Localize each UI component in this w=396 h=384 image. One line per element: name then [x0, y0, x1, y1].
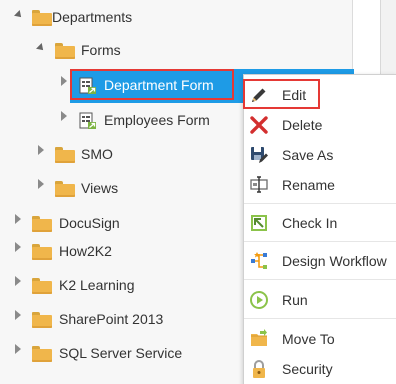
collapse-arrow-icon[interactable] [38, 145, 44, 155]
department-form-callout-box [70, 69, 234, 100]
tree-item-label: K2 Learning [59, 277, 135, 293]
menu-item-run[interactable]: Run [244, 286, 396, 314]
menu-item-delete[interactable]: Delete [244, 111, 396, 139]
folder-icon [32, 244, 52, 260]
folder-icon [32, 10, 52, 26]
delete-x-icon [249, 115, 269, 135]
menu-item-security[interactable]: Security [244, 355, 396, 383]
folder-icon [32, 312, 52, 328]
collapse-arrow-icon[interactable] [15, 344, 21, 354]
menu-item-check-in[interactable]: Check In [244, 209, 396, 237]
run-icon [249, 290, 269, 310]
menu-item-save-as[interactable]: Save As [244, 141, 396, 169]
tree-item-label: SMO [81, 146, 113, 162]
collapse-arrow-icon[interactable] [15, 242, 21, 252]
tree-item-label: Departments [52, 9, 133, 25]
edit-callout-box [243, 79, 320, 109]
form-icon [79, 112, 97, 130]
folder-icon [32, 216, 52, 232]
folder-icon [32, 278, 52, 294]
menu-separator [244, 279, 396, 280]
collapse-arrow-icon[interactable] [15, 310, 21, 320]
menu-item-label: Check In [282, 215, 338, 231]
menu-item-label: Security [282, 361, 333, 377]
menu-item-label: Run [282, 292, 308, 308]
workflow-icon [249, 251, 269, 271]
designer-window: Departments Forms Department Form Employ… [0, 0, 396, 384]
collapse-arrow-icon[interactable] [15, 214, 21, 224]
menu-item-label: Move To [282, 331, 335, 347]
expand-arrow-icon[interactable] [14, 10, 24, 20]
menu-item-label: Design Workflow [282, 253, 387, 269]
tree-item-label: Forms [81, 42, 121, 58]
menu-separator [244, 241, 396, 242]
lock-icon [249, 359, 269, 379]
rename-icon [249, 175, 269, 195]
check-in-icon [249, 213, 269, 233]
folder-icon [55, 43, 75, 59]
menu-item-move-to[interactable]: Move To [244, 325, 396, 353]
menu-item-rename[interactable]: Rename [244, 171, 396, 199]
collapse-arrow-icon[interactable] [61, 76, 67, 86]
menu-item-label: Delete [282, 117, 323, 133]
menu-item-label: Rename [282, 177, 335, 193]
tree-item-label: DocuSign [59, 215, 120, 231]
collapse-arrow-icon[interactable] [15, 276, 21, 286]
folder-icon [55, 147, 75, 163]
expand-arrow-icon[interactable] [36, 43, 46, 53]
menu-separator [244, 318, 396, 319]
tree-item-label: SQL Server Service [59, 345, 183, 361]
collapse-arrow-icon[interactable] [61, 111, 67, 121]
menu-item-label: Save As [282, 147, 334, 163]
move-to-folder-icon [249, 329, 269, 349]
tree-item-label: How2K2 [59, 243, 112, 259]
tree-item-label: Views [81, 180, 119, 196]
menu-item-design-workflow[interactable]: Design Workflow [244, 247, 396, 275]
folder-icon [55, 181, 75, 197]
menu-separator [244, 203, 396, 204]
tree-item-label: Employees Form [104, 112, 210, 128]
context-menu: Edit Delete Save As Rename Check In Desi… [243, 74, 396, 384]
folder-icon [32, 346, 52, 362]
save-as-icon [249, 145, 269, 165]
collapse-arrow-icon[interactable] [38, 179, 44, 189]
tree-item-label: SharePoint 2013 [59, 311, 164, 327]
